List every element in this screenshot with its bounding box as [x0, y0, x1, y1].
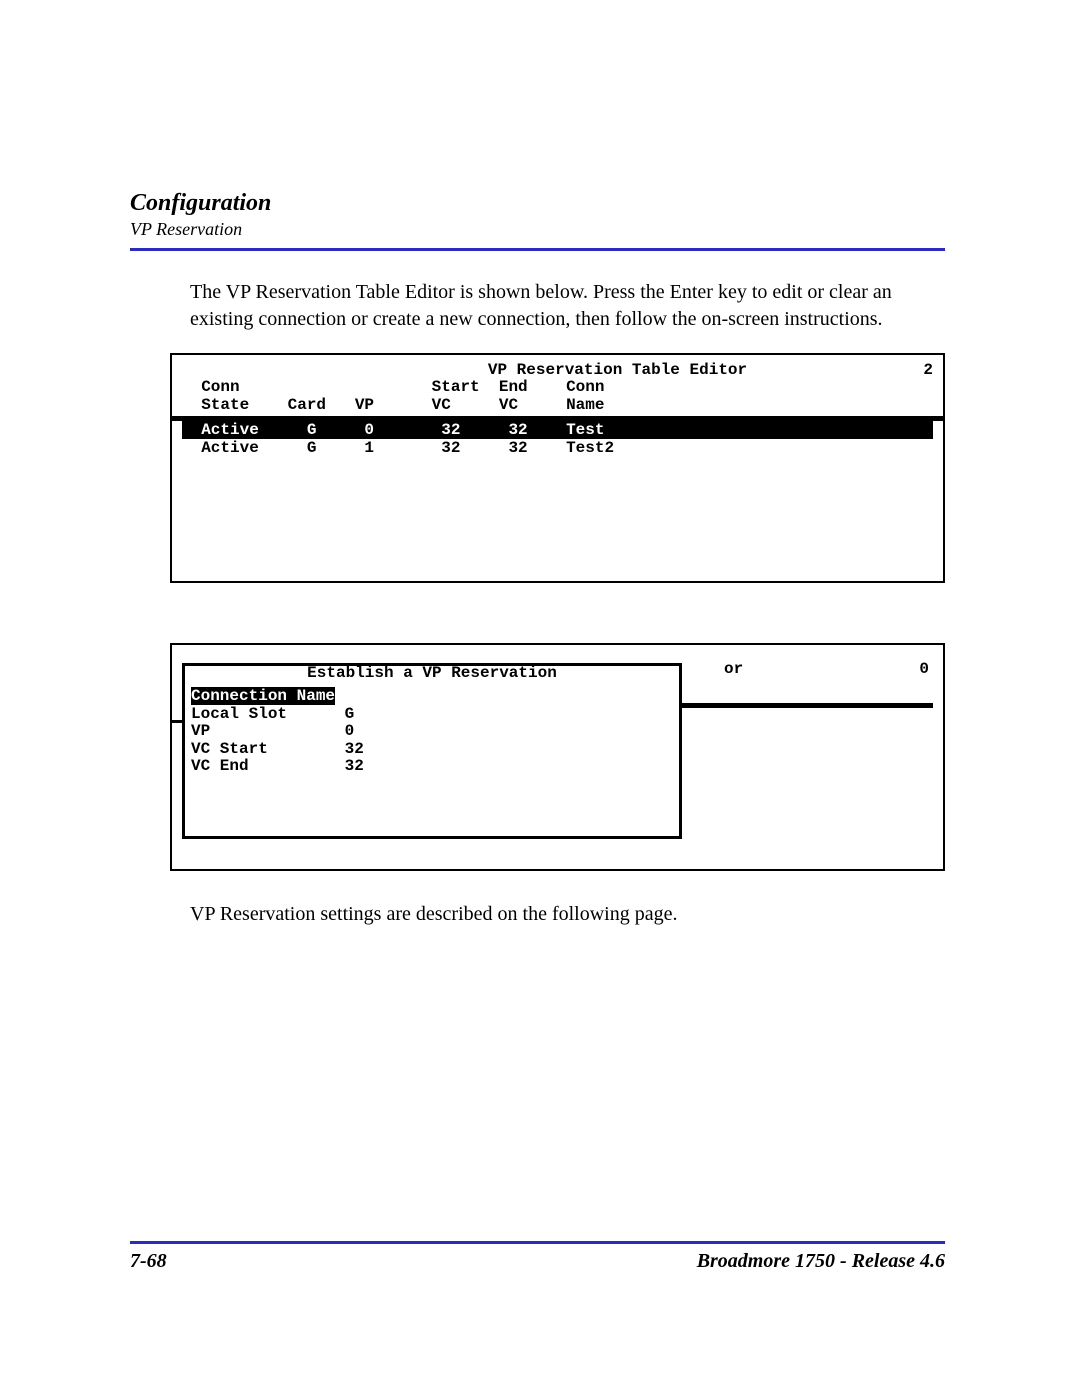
terminal-row-count: 2 [903, 361, 933, 379]
table-row-selected[interactable]: Active G 0 32 32 Test [182, 421, 933, 439]
terminal-establish-vp: Establish a VP Reservation Connection Na… [170, 643, 945, 871]
right-number: 0 [919, 660, 929, 678]
doc-title: Broadmore 1750 - Release 4.6 [697, 1250, 945, 1273]
establish-dialog: Establish a VP Reservation Connection Na… [182, 663, 682, 839]
header-rule [130, 248, 945, 251]
page-footer: 7-68 Broadmore 1750 - Release 4.6 [130, 1241, 945, 1273]
outro-paragraph: VP Reservation settings are described on… [190, 901, 950, 928]
intro-paragraph: The VP Reservation Table Editor is shown… [190, 279, 950, 333]
dialog-fields-rest: Local Slot G VP 0 VC Start 32 VC End 32 [191, 705, 364, 776]
terminal-vp-table-editor: VP Reservation Table Editor 2 Conn Start… [170, 353, 945, 583]
connection-name-field[interactable]: Connection Name [191, 687, 335, 705]
terminal2-divider [680, 703, 933, 708]
table-row[interactable]: Active G 1 32 32 Test2 [172, 439, 943, 457]
footer-rule [130, 1241, 945, 1244]
section-title: VP Reservation [130, 219, 945, 240]
page-number: 7-68 [130, 1250, 167, 1273]
dialog-fields: Connection Name Local Slot G VP 0 VC Sta… [191, 688, 673, 776]
right-or-label: or [724, 660, 743, 678]
terminal-title: VP Reservation Table Editor [332, 361, 903, 379]
dialog-title: Establish a VP Reservation [191, 664, 673, 682]
chapter-title: Configuration [130, 190, 945, 217]
terminal-col-headers: Conn Start End Conn State Card VP VC VC … [182, 379, 933, 414]
